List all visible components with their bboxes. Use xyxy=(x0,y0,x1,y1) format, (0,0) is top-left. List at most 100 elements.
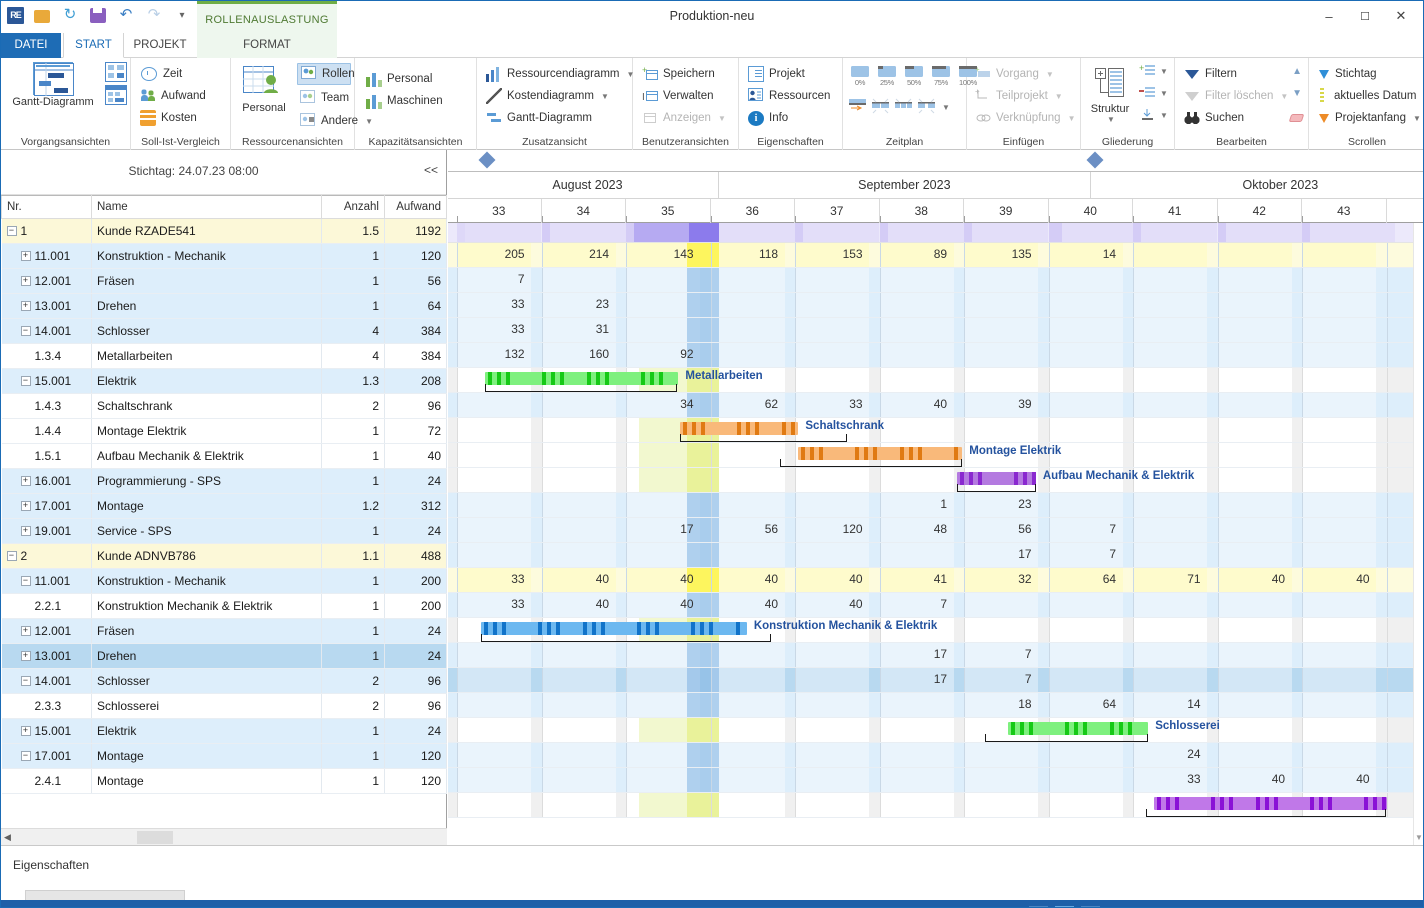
gantt-row[interactable]: 33 40 40 40 40 41 32 64 71 40 40 xyxy=(448,568,1423,593)
personal-capacity-button[interactable]: Personal xyxy=(363,68,476,90)
rollen-button[interactable]: Rollen xyxy=(297,63,355,85)
filtern-button[interactable]: Filtern xyxy=(1181,63,1308,85)
gantt-row[interactable] xyxy=(448,793,1423,818)
row-toggle[interactable]: + xyxy=(20,501,31,511)
projektanfang-button[interactable]: Projektanfang ▼ xyxy=(1315,107,1423,129)
properties-label[interactable]: Eigenschaften xyxy=(13,858,89,872)
milestone-marker[interactable] xyxy=(1086,151,1104,169)
table-row[interactable]: −14.001 Schlosser 4 384 xyxy=(1,318,447,344)
zoom-0-button[interactable]: 0% xyxy=(848,66,872,87)
row-toggle[interactable]: − xyxy=(20,676,31,686)
chevron-down-icon[interactable]: ▼ xyxy=(1068,114,1076,123)
chevron-down-icon[interactable]: ▼ xyxy=(1107,115,1115,124)
row-toggle[interactable]: + xyxy=(20,276,31,286)
table-row[interactable]: 1.5.1 Aufbau Mechanik & Elektrik 1 40 xyxy=(1,443,447,469)
gantt-row[interactable]: 132 160 92 xyxy=(448,343,1423,368)
scroll-down-arrow[interactable]: ▼ xyxy=(1414,833,1423,845)
gantt-row[interactable]: Metallarbeiten xyxy=(448,368,1423,393)
ressourcendiagramm-button[interactable]: Ressourcendiagramm ▼ xyxy=(483,63,634,85)
outline-collapse-button[interactable]: ▼ xyxy=(1139,108,1168,122)
table-row[interactable]: +13.001 Drehen 1 24 xyxy=(1,643,447,669)
row-toggle[interactable]: + xyxy=(20,251,31,261)
align-left-schedule-icon[interactable] xyxy=(848,98,868,117)
calendar-view-icon[interactable] xyxy=(105,85,127,108)
table-row[interactable]: −1 Kunde RZADE541 1.5 1192 xyxy=(1,218,447,244)
row-toggle[interactable]: − xyxy=(20,576,31,586)
table-row[interactable]: −15.001 Elektrik 1.3 208 xyxy=(1,368,447,394)
table-row[interactable]: +11.001 Konstruktion - Mechanik 1 120 xyxy=(1,243,447,269)
row-toggle[interactable]: − xyxy=(6,551,17,561)
close-button[interactable]: ✕ xyxy=(1383,3,1419,29)
maschinen-capacity-button[interactable]: Maschinen xyxy=(363,90,476,112)
table-row[interactable]: +12.001 Fräsen 1 24 xyxy=(1,618,447,644)
scrollbar-thumb[interactable] xyxy=(1414,223,1423,663)
ribbon-tab-bar[interactable]: DATEI START PROJEKT FORMAT xyxy=(1,33,1423,58)
table-row[interactable]: 1.4.3 Schaltschrank 2 96 xyxy=(1,393,447,419)
expand-schedule-icon[interactable] xyxy=(917,98,937,117)
chevron-down-icon[interactable]: ▼ xyxy=(601,92,609,101)
filter-loeschen-button[interactable]: Filter löschen ▼ xyxy=(1181,85,1308,107)
zoom-50-button[interactable]: 50% xyxy=(902,66,926,87)
tab-datei[interactable]: DATEI xyxy=(1,33,61,58)
gantt-row[interactable]: Schaltschrank xyxy=(448,418,1423,443)
zoom-25-button[interactable]: 25% xyxy=(875,66,899,87)
gantt-row[interactable]: 7 xyxy=(448,268,1423,293)
chevron-down-icon[interactable]: ▼ xyxy=(1046,70,1054,79)
row-toggle[interactable]: + xyxy=(20,726,31,736)
window-controls[interactable]: – ☐ ✕ xyxy=(1311,3,1419,29)
outline-outdent-button[interactable]: ▼ xyxy=(1139,86,1168,100)
column-header-nr[interactable]: Nr. xyxy=(1,195,92,219)
row-toggle[interactable]: − xyxy=(20,376,31,386)
row-toggle[interactable]: − xyxy=(6,226,17,236)
chevron-down-icon[interactable]: ▼ xyxy=(1280,92,1288,101)
tab-start[interactable]: START xyxy=(63,33,124,58)
chevron-down-icon[interactable]: ▼ xyxy=(1160,67,1168,76)
gantt-row[interactable]: Konstruktion Mechanik & Elektrik xyxy=(448,618,1423,643)
struktur-button[interactable]: Struktur ▼ xyxy=(1085,63,1135,124)
gantt-row[interactable]: 17 7 xyxy=(448,668,1423,693)
vertical-scrollbar[interactable]: ▼ xyxy=(1413,223,1423,845)
zoom-75-button[interactable]: 75% xyxy=(929,66,953,87)
row-toggle[interactable]: + xyxy=(20,651,31,661)
kosten-button[interactable]: Kosten xyxy=(137,107,230,129)
anzeigen-button[interactable]: Anzeigen ▼ xyxy=(639,107,738,129)
gantt-row[interactable]: 17 7 xyxy=(448,543,1423,568)
gantt-row[interactable]: 205 214 143 118 153 89 135 14 xyxy=(448,243,1423,268)
collapse-pane-button[interactable]: << xyxy=(424,163,438,177)
column-header-anzahl[interactable]: Anzahl xyxy=(321,195,385,219)
gantt-row[interactable]: 33 31 xyxy=(448,318,1423,343)
kostendiagramm-button[interactable]: Kostendiagramm ▼ xyxy=(483,85,632,107)
scroll-left-arrow[interactable]: ◀ xyxy=(4,832,11,843)
verknuepfung-insert-button[interactable]: Verknüpfung ▼ xyxy=(972,107,1080,129)
table-row[interactable]: +15.001 Elektrik 1 24 xyxy=(1,718,447,744)
table-row[interactable]: +13.001 Drehen 1 64 xyxy=(1,293,447,319)
gantt-row[interactable]: Schlosserei xyxy=(448,718,1423,743)
scrollbar-thumb[interactable] xyxy=(137,831,173,844)
table-row[interactable]: 1.4.4 Montage Elektrik 1 72 xyxy=(1,418,447,444)
row-toggle[interactable]: − xyxy=(20,326,31,336)
row-toggle[interactable]: − xyxy=(20,751,31,761)
view-zoom-controls[interactable]: WOCHE 1 : 2 ▼ − ＋ 125 % ▼ ⋮ xyxy=(1029,900,1417,907)
expand-down-icon[interactable]: ▼ xyxy=(1292,88,1302,99)
table-row[interactable]: −11.001 Konstruktion - Mechanik 1 200 xyxy=(1,568,447,594)
gantt-row[interactable]: 33 40 40 xyxy=(448,768,1423,793)
row-toggle[interactable]: + xyxy=(20,526,31,536)
zeit-button[interactable]: Zeit xyxy=(137,63,230,85)
chevron-down-icon[interactable]: ▼ xyxy=(1413,114,1421,123)
row-toggle[interactable]: + xyxy=(20,626,31,636)
table-row[interactable]: −14.001 Schlosser 2 96 xyxy=(1,668,447,694)
row-toggle[interactable]: + xyxy=(20,301,31,311)
table-row[interactable]: +17.001 Montage 1.2 312 xyxy=(1,493,447,519)
compress-schedule-icon[interactable] xyxy=(871,98,891,117)
column-header-aufwand[interactable]: Aufwand xyxy=(384,195,447,219)
properties-tab[interactable] xyxy=(25,890,185,900)
chevron-down-icon[interactable]: ▼ xyxy=(718,114,726,123)
chevron-down-icon[interactable]: ▼ xyxy=(942,103,950,112)
aktuelles-datum-button[interactable]: aktuelles Datum xyxy=(1315,85,1423,107)
network-view-icon[interactable] xyxy=(105,62,127,85)
distribute-schedule-icon[interactable] xyxy=(894,98,914,117)
table-row[interactable]: −2 Kunde ADNVB786 1.1 488 xyxy=(1,543,447,569)
table-row[interactable]: 2.4.1 Montage 1 120 xyxy=(1,768,447,794)
ressourcen-props-button[interactable]: Ressourcen xyxy=(745,85,842,107)
gantt-row[interactable]: Montage Elektrik xyxy=(448,443,1423,468)
